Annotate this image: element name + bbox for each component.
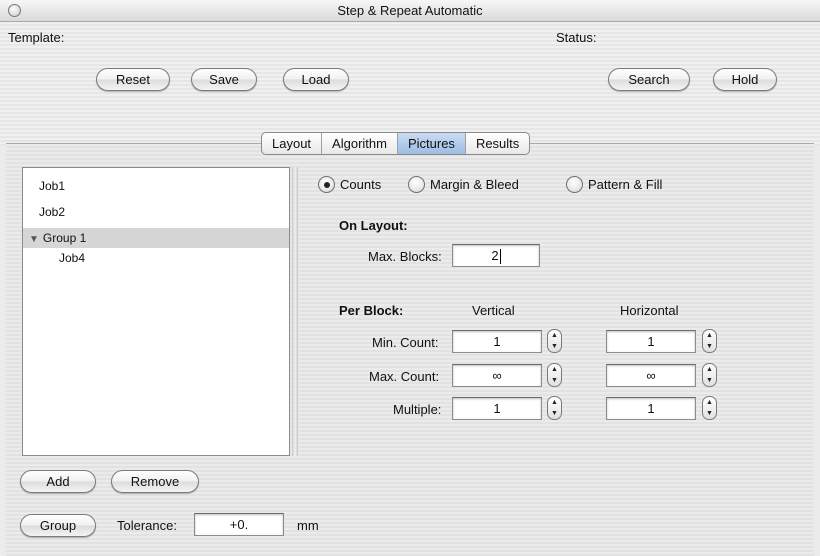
- stepper-down-arrow-icon[interactable]: ▼: [703, 375, 716, 386]
- radio-counts[interactable]: [318, 176, 335, 193]
- tree-item-label: Job1: [39, 179, 66, 193]
- radio-pattern-fill-label[interactable]: Pattern & Fill: [588, 177, 662, 192]
- template-label: Template:: [8, 30, 65, 45]
- tolerance-input[interactable]: +0.: [194, 513, 284, 536]
- max-count-vertical-input[interactable]: ∞: [452, 364, 542, 387]
- stepper-down-arrow-icon[interactable]: ▼: [548, 341, 561, 352]
- tree-item-group-1[interactable]: ▼ Group 1: [23, 228, 289, 248]
- stepper-up-arrow-icon[interactable]: ▲: [548, 364, 561, 375]
- tree-item-label: Job4: [59, 251, 86, 265]
- hold-button[interactable]: Hold: [713, 68, 777, 91]
- max-blocks-value: 2: [491, 248, 499, 263]
- tree-item-job2[interactable]: Job2: [23, 202, 289, 222]
- step-repeat-window: Step & Repeat Automatic Template: Status…: [0, 0, 820, 556]
- tree-item-label: Job2: [39, 205, 66, 219]
- tab-layout[interactable]: Layout: [262, 133, 323, 154]
- group-button[interactable]: Group: [20, 514, 96, 537]
- per-block-heading: Per Block:: [339, 303, 404, 318]
- tree-item-job1[interactable]: Job1: [23, 176, 289, 196]
- stepper-down-arrow-icon[interactable]: ▼: [548, 375, 561, 386]
- stepper-down-arrow-icon[interactable]: ▼: [548, 408, 561, 419]
- job-tree-list[interactable]: Job1 Job2 ▼ Group 1 Job4: [22, 167, 290, 456]
- status-label: Status:: [556, 30, 597, 45]
- stepper-up-arrow-icon[interactable]: ▲: [548, 397, 561, 408]
- tab-bar: Layout Algorithm Pictures Results: [261, 132, 531, 155]
- window-title: Step & Repeat Automatic: [337, 3, 483, 18]
- max-count-horizontal-input[interactable]: ∞: [606, 364, 696, 387]
- min-count-horizontal-input[interactable]: 1: [606, 330, 696, 353]
- max-blocks-input[interactable]: 2: [452, 244, 540, 267]
- tree-item-label: Group 1: [42, 231, 87, 245]
- stepper-up-arrow-icon[interactable]: ▲: [703, 330, 716, 341]
- text-cursor: [499, 249, 501, 265]
- reset-button[interactable]: Reset: [96, 68, 170, 91]
- remove-button[interactable]: Remove: [111, 470, 199, 493]
- radio-margin-bleed-label[interactable]: Margin & Bleed: [430, 177, 519, 192]
- min-count-label: Min. Count:: [372, 335, 439, 350]
- multiple-label: Multiple:: [393, 402, 442, 417]
- multiple-vertical-input[interactable]: 1: [452, 397, 542, 420]
- tree-item-job4[interactable]: Job4: [23, 248, 289, 268]
- tolerance-unit: mm: [297, 518, 319, 533]
- splitter-handle[interactable]: [292, 167, 298, 456]
- radio-counts-label[interactable]: Counts: [340, 177, 381, 192]
- stepper-up-arrow-icon[interactable]: ▲: [703, 364, 716, 375]
- max-blocks-label: Max. Blocks:: [368, 249, 442, 264]
- stepper-up-arrow-icon[interactable]: ▲: [703, 397, 716, 408]
- radio-margin-bleed[interactable]: [408, 176, 425, 193]
- tolerance-label: Tolerance:: [117, 518, 177, 533]
- min-count-vertical-stepper[interactable]: ▲ ▼: [547, 329, 562, 353]
- tab-pictures[interactable]: Pictures: [397, 133, 466, 154]
- multiple-vertical-stepper[interactable]: ▲ ▼: [547, 396, 562, 420]
- add-button[interactable]: Add: [20, 470, 96, 493]
- max-count-label: Max. Count:: [369, 369, 440, 384]
- title-bar: Step & Repeat Automatic: [0, 0, 820, 22]
- radio-pattern-fill[interactable]: [566, 176, 583, 193]
- disclosure-triangle-icon[interactable]: ▼: [29, 230, 39, 250]
- max-count-horizontal-stepper[interactable]: ▲ ▼: [702, 363, 717, 387]
- min-count-vertical-input[interactable]: 1: [452, 330, 542, 353]
- on-layout-heading: On Layout:: [339, 218, 408, 233]
- stepper-down-arrow-icon[interactable]: ▼: [703, 408, 716, 419]
- multiple-horizontal-input[interactable]: 1: [606, 397, 696, 420]
- search-button[interactable]: Search: [608, 68, 690, 91]
- header-area: Template: Status: Reset Save Load Search…: [0, 22, 820, 146]
- max-count-vertical-stepper[interactable]: ▲ ▼: [547, 363, 562, 387]
- load-button[interactable]: Load: [283, 68, 349, 91]
- vertical-column-header: Vertical: [472, 303, 515, 318]
- save-button[interactable]: Save: [191, 68, 257, 91]
- tab-algorithm[interactable]: Algorithm: [322, 133, 398, 154]
- min-count-horizontal-stepper[interactable]: ▲ ▼: [702, 329, 717, 353]
- tab-results[interactable]: Results: [466, 133, 529, 154]
- stepper-down-arrow-icon[interactable]: ▼: [703, 341, 716, 352]
- stepper-up-arrow-icon[interactable]: ▲: [548, 330, 561, 341]
- multiple-horizontal-stepper[interactable]: ▲ ▼: [702, 396, 717, 420]
- horizontal-column-header: Horizontal: [620, 303, 679, 318]
